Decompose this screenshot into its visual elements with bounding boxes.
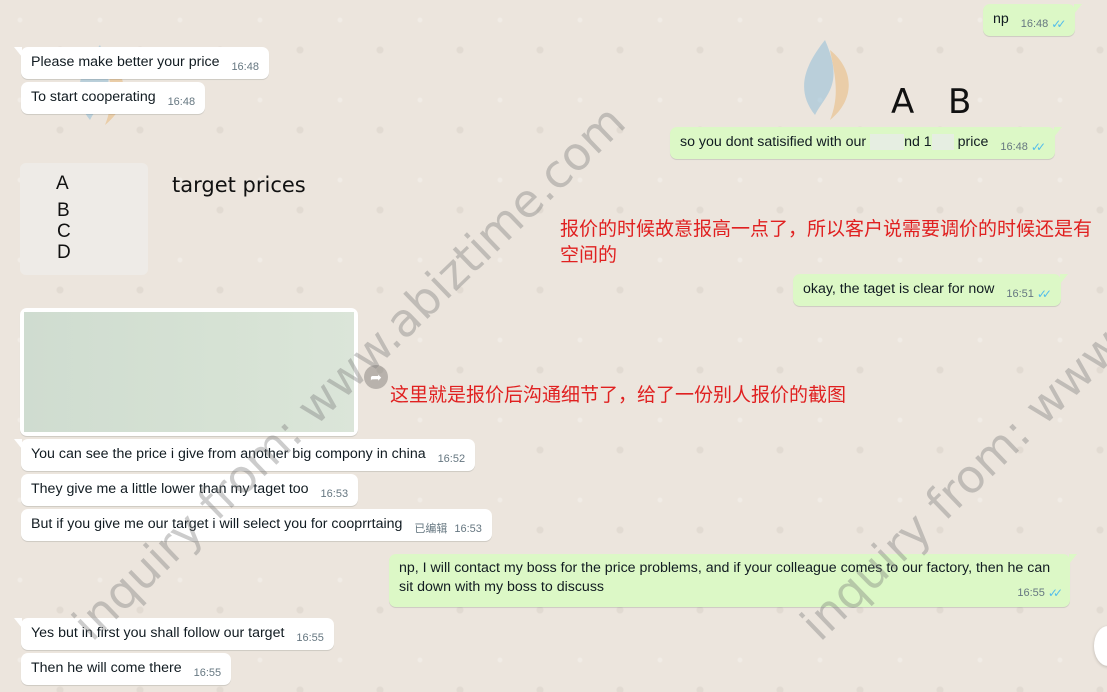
edited-label: 已编辑 — [414, 523, 448, 535]
annotation-note: 报价的时候故意报高一点了，所以客户说需要调价的时候还是有空间的 — [560, 218, 1093, 266]
overlay-letter-a: A — [891, 82, 915, 122]
message-text-part: price — [957, 134, 989, 150]
message-time: 16:48 — [167, 96, 196, 108]
message-time: 16:48 — [1020, 18, 1049, 30]
message-outgoing[interactable]: okay, the taget is clear for now 16:51 ✓… — [793, 274, 1068, 306]
message-incoming[interactable]: To start cooperating 16:48 — [21, 82, 206, 114]
message-meta: 16:48 — [231, 58, 259, 77]
message-incoming[interactable]: Please make better your price 16:48 — [14, 47, 269, 79]
message-outgoing[interactable]: np, I will contact my boss for the price… — [389, 554, 1077, 607]
overlay-letter-b: B — [948, 82, 972, 122]
message-text-part: so you dont satisified with our — [680, 134, 867, 150]
message-incoming[interactable]: Yes but in first you shall follow our ta… — [14, 618, 334, 650]
message-incoming[interactable]: Then he will come there 16:55 — [21, 653, 232, 685]
message-meta: 16:48 ✓✓ — [1000, 138, 1046, 157]
message-meta: 16:48 — [168, 93, 196, 112]
double-check-icon: ✓✓ — [1030, 140, 1046, 154]
image-letter: A — [56, 173, 69, 194]
message-meta: 16:55 — [296, 629, 324, 648]
message-time: 16:53 — [320, 488, 349, 500]
image-letter: D — [57, 242, 71, 263]
image-letter: B — [57, 200, 70, 221]
message-incoming[interactable]: But if you give me our target i will sel… — [21, 509, 492, 541]
message-text: Then he will come there — [31, 660, 182, 676]
message-meta: 已编辑 16:53 — [414, 520, 482, 539]
image-message[interactable]: A B C D — [20, 163, 148, 275]
message-text: okay, the taget is clear for now — [803, 281, 995, 297]
image-caption: target prices — [172, 173, 306, 197]
message-outgoing[interactable]: np 16:48 ✓✓ — [983, 4, 1083, 36]
message-time: 16:52 — [437, 453, 466, 465]
message-time: 16:48 — [231, 61, 259, 73]
double-check-icon: ✓✓ — [1047, 586, 1063, 600]
redacted-area — [931, 134, 954, 151]
message-text: To start cooperating — [31, 89, 156, 105]
message-meta: 16:55 — [194, 664, 222, 683]
message-time: 16:55 — [193, 667, 222, 679]
message-meta: 16:51 ✓✓ — [1006, 285, 1052, 304]
message-text: Yes but in first you shall follow our ta… — [31, 625, 285, 641]
message-text: Please make better your price — [31, 54, 220, 70]
message-text: np — [993, 11, 1009, 27]
message-time: 16:55 — [1017, 587, 1045, 599]
redacted-area — [870, 134, 905, 151]
double-check-icon: ✓✓ — [1051, 17, 1066, 31]
message-time: 16:53 — [454, 523, 482, 535]
message-meta: 16:55 ✓✓ — [1017, 584, 1063, 603]
message-time: 16:48 — [1000, 141, 1028, 153]
image-letter: C — [57, 221, 71, 242]
double-check-icon: ✓✓ — [1036, 287, 1052, 301]
message-outgoing[interactable]: so you dont satisified with our nd 1 pri… — [670, 127, 1063, 159]
message-meta: 16:53 — [321, 485, 349, 504]
message-text-part: nd 1 — [904, 134, 932, 150]
message-meta: 16:52 — [438, 450, 466, 469]
watermark-logo — [804, 40, 849, 120]
message-meta: 16:48 ✓✓ — [1020, 15, 1067, 34]
message-text: np, I will contact my boss for the price… — [399, 560, 1051, 595]
message-time: 16:51 — [1006, 288, 1034, 300]
message-text: so you dont satisified with our nd 1 pri… — [680, 134, 989, 151]
annotation-note: 这里就是报价后沟通细节了，给了一份别人报价的截图 — [390, 384, 847, 406]
message-time: 16:55 — [296, 632, 324, 644]
